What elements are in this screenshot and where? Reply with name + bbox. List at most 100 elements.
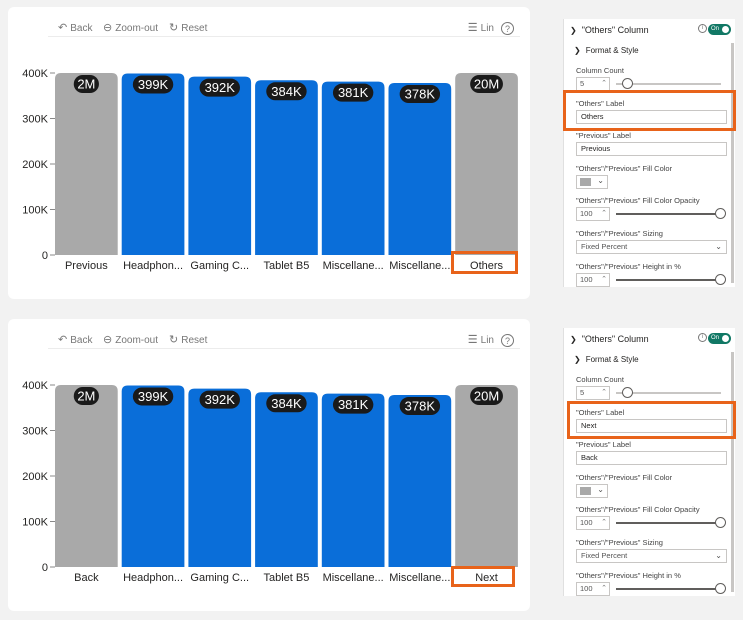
others-column-header[interactable]: ❯ "Others" Column i On <box>564 328 735 350</box>
chevron-down-icon: ⌄ <box>715 551 722 560</box>
previous-label-input[interactable]: Back <box>576 451 727 465</box>
bar-value-label: 20M <box>474 389 499 404</box>
bar[interactable] <box>388 83 452 255</box>
highlight-next-label-field <box>567 401 736 439</box>
chevron-down-icon: ❯ <box>570 25 577 35</box>
bar[interactable] <box>188 76 252 255</box>
column-count-input[interactable]: 5 <box>576 77 610 91</box>
chevron-down-icon: ⌄ <box>597 176 604 185</box>
bar[interactable] <box>121 385 185 567</box>
format-style-section[interactable]: ❯ Format & Style <box>574 46 639 55</box>
bar-value-label: 399K <box>138 77 169 92</box>
fill-color-picker[interactable]: ⌄ <box>576 484 608 498</box>
x-tick-label: Tablet B5 <box>264 572 310 584</box>
panel-scrollbar[interactable] <box>731 43 734 283</box>
height-label: "Others"/"Previous" Height in % <box>576 571 681 580</box>
bar[interactable] <box>55 73 118 255</box>
bar-value-label: 392K <box>205 80 236 95</box>
y-tick-label: 100K <box>22 205 48 217</box>
bar-value-label: 399K <box>138 389 169 404</box>
bar[interactable] <box>121 73 185 255</box>
bar[interactable] <box>321 393 385 567</box>
previous-label-input[interactable]: Previous <box>576 142 727 156</box>
y-tick-label: 300K <box>22 426 48 438</box>
color-swatch <box>580 487 591 495</box>
x-tick-label: Miscellane... <box>389 572 450 584</box>
sizing-select[interactable]: Fixed Percent ⌄ <box>576 240 727 254</box>
bar-value-label: 381K <box>338 85 369 100</box>
x-tick-label: Previous <box>65 260 108 272</box>
height-slider-track[interactable] <box>616 279 717 281</box>
column-count-input[interactable]: 5 <box>576 386 610 400</box>
column-count-slider-thumb[interactable] <box>622 78 633 89</box>
opacity-slider-track[interactable] <box>616 522 717 524</box>
bar-value-label: 20M <box>474 77 499 92</box>
bar-value-label: 381K <box>338 397 369 412</box>
sizing-label: "Others"/"Previous" Sizing <box>576 229 663 238</box>
fill-color-label: "Others"/"Previous" Fill Color <box>576 473 673 482</box>
x-tick-label: Gaming C... <box>190 572 249 584</box>
others-column-header[interactable]: ❯ "Others" Column i On <box>564 19 735 41</box>
info-icon[interactable]: i <box>698 24 707 33</box>
height-slider-thumb[interactable] <box>715 274 726 285</box>
opacity-slider-track[interactable] <box>616 213 717 215</box>
x-tick-label: Back <box>74 572 99 584</box>
opacity-label: "Others"/"Previous" Fill Color Opacity <box>576 196 700 205</box>
sizing-select[interactable]: Fixed Percent ⌄ <box>576 549 727 563</box>
y-tick-label: 0 <box>42 250 48 262</box>
height-label: "Others"/"Previous" Height in % <box>576 262 681 271</box>
opacity-slider-thumb[interactable] <box>715 208 726 219</box>
bar[interactable] <box>455 73 518 255</box>
bar[interactable] <box>55 385 118 567</box>
x-tick-label: Gaming C... <box>190 260 249 272</box>
x-tick-label: Miscellane... <box>323 572 384 584</box>
y-tick-label: 200K <box>22 159 48 171</box>
column-count-label: Column Count <box>576 66 624 75</box>
highlight-next-xlabel <box>451 566 515 587</box>
others-column-toggle[interactable]: On <box>708 24 731 35</box>
y-tick-label: 400K <box>22 380 48 392</box>
column-count-slider-thumb[interactable] <box>622 387 633 398</box>
opacity-input[interactable]: 100 <box>576 207 610 221</box>
opacity-input[interactable]: 100 <box>576 516 610 530</box>
bar[interactable] <box>321 81 385 256</box>
bar-value-label: 392K <box>205 392 236 407</box>
bar[interactable] <box>255 392 318 567</box>
format-panel-top: ❯ "Others" Column i On ❯ Format & Style … <box>563 19 735 287</box>
bar-value-label: 378K <box>405 399 436 414</box>
sizing-label: "Others"/"Previous" Sizing <box>576 538 663 547</box>
x-tick-label: Miscellane... <box>389 260 450 272</box>
y-tick-label: 100K <box>22 517 48 529</box>
chevron-down-icon: ⌄ <box>715 242 722 251</box>
y-tick-label: 200K <box>22 471 48 483</box>
bar[interactable] <box>388 395 452 567</box>
format-style-section[interactable]: ❯ Format & Style <box>574 355 639 364</box>
opacity-slider-thumb[interactable] <box>715 517 726 528</box>
bar-value-label: 384K <box>271 396 302 411</box>
bar[interactable] <box>255 80 318 255</box>
fill-color-picker[interactable]: ⌄ <box>576 175 608 189</box>
height-slider-thumb[interactable] <box>715 583 726 594</box>
previous-label-label: "Previous" Label <box>576 131 631 140</box>
x-tick-label: Headphon... <box>123 260 183 272</box>
bar-value-label: 378K <box>405 87 436 102</box>
height-input[interactable]: 100 <box>576 273 610 287</box>
previous-label-label: "Previous" Label <box>576 440 631 449</box>
fill-color-label: "Others"/"Previous" Fill Color <box>576 164 673 173</box>
panel-scrollbar[interactable] <box>731 352 734 592</box>
color-swatch <box>580 178 591 186</box>
chevron-down-icon: ❯ <box>570 334 577 344</box>
others-column-toggle[interactable]: On <box>708 333 731 344</box>
highlight-others-xlabel <box>451 251 518 274</box>
x-tick-label: Miscellane... <box>323 260 384 272</box>
opacity-label: "Others"/"Previous" Fill Color Opacity <box>576 505 700 514</box>
chevron-down-icon: ❯ <box>574 46 581 55</box>
y-tick-label: 0 <box>42 562 48 574</box>
bar[interactable] <box>455 385 518 567</box>
info-icon[interactable]: i <box>698 333 707 342</box>
height-slider-track[interactable] <box>616 588 717 590</box>
bar[interactable] <box>188 388 252 567</box>
height-input[interactable]: 100 <box>576 582 610 596</box>
bar-value-label: 2M <box>77 77 95 92</box>
chevron-down-icon: ❯ <box>574 355 581 364</box>
